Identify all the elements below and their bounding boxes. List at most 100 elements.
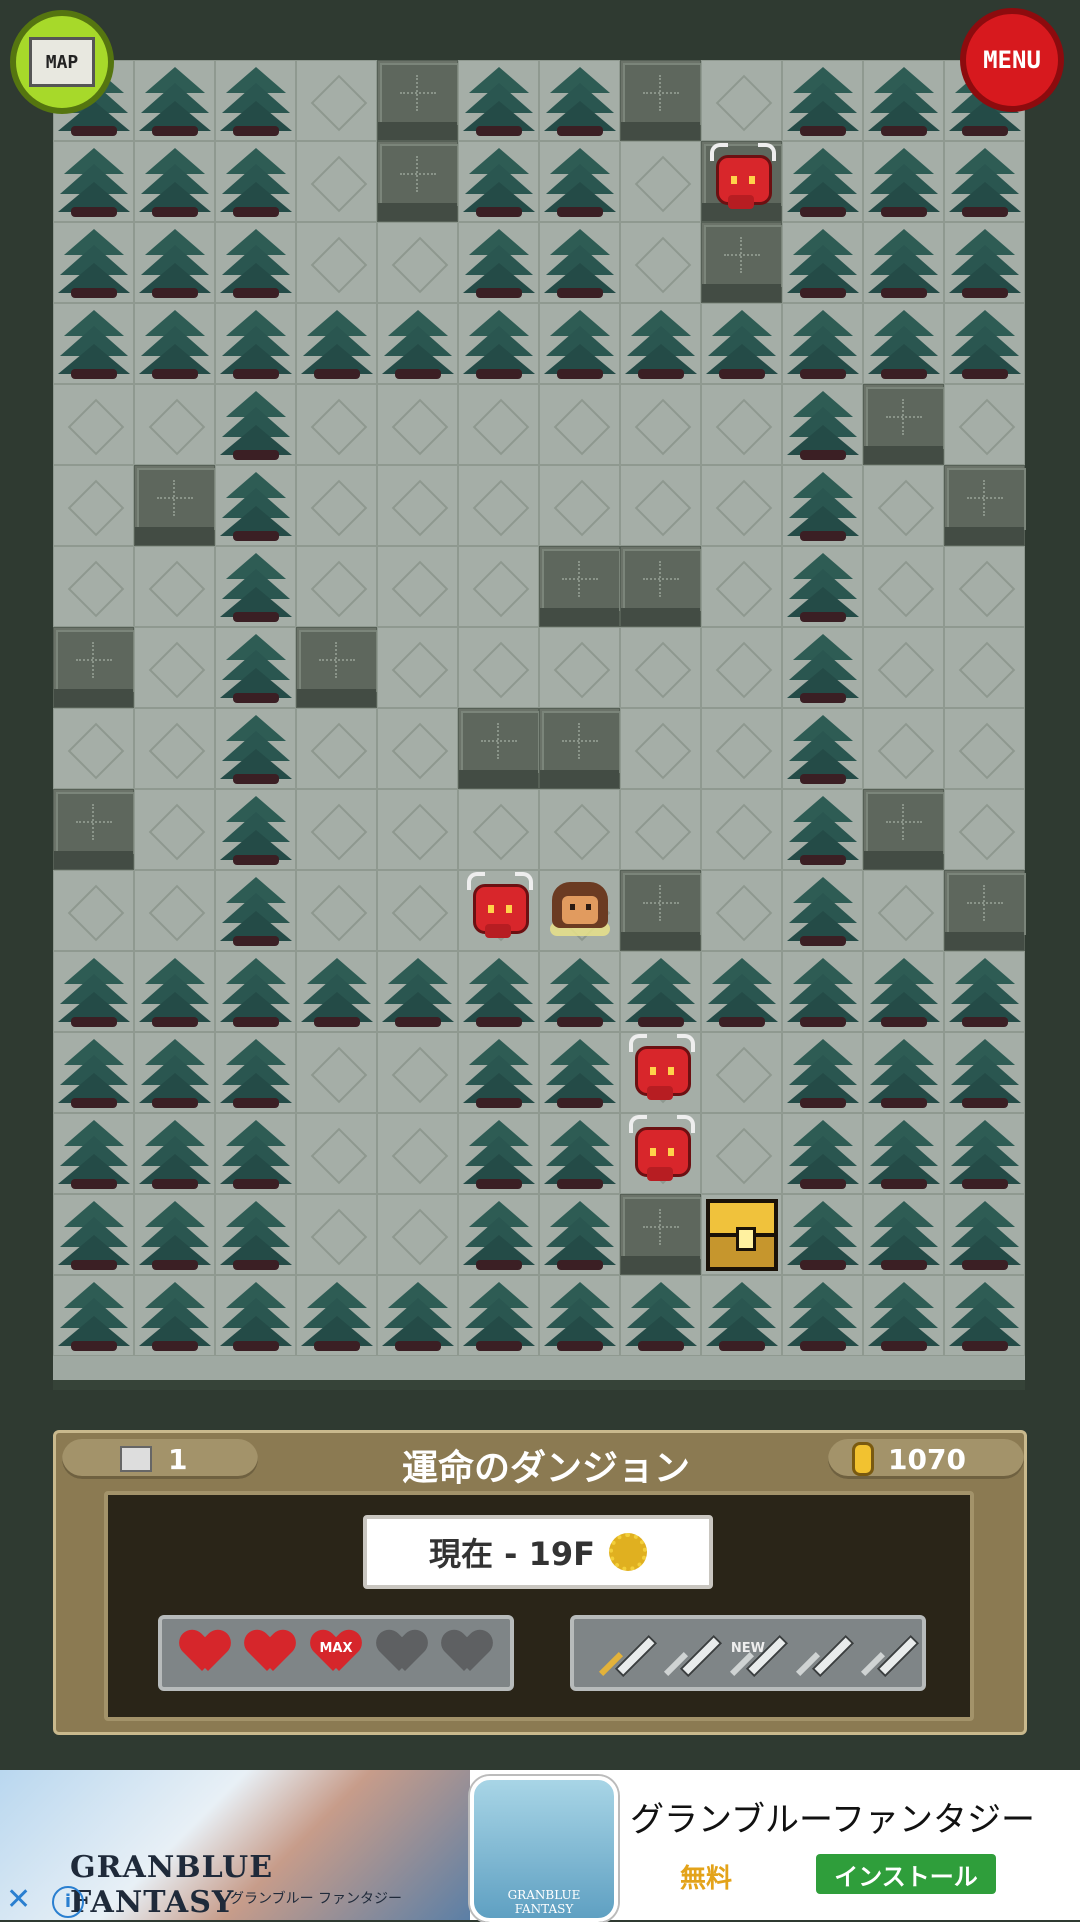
- tree-tile[interactable]: [215, 951, 296, 1032]
- floor-tile[interactable]: [377, 465, 458, 546]
- tree-tile[interactable]: [215, 627, 296, 708]
- tree-tile[interactable]: [458, 1032, 539, 1113]
- floor-tile[interactable]: [296, 384, 377, 465]
- tree-tile[interactable]: [458, 141, 539, 222]
- floor-tile[interactable]: [134, 789, 215, 870]
- floor-tile[interactable]: [701, 789, 782, 870]
- tree-tile[interactable]: [539, 222, 620, 303]
- floor-tile[interactable]: [701, 1032, 782, 1113]
- stone-block-tile[interactable]: [701, 222, 783, 303]
- floor-tile[interactable]: [134, 384, 215, 465]
- tree-tile[interactable]: [944, 1032, 1025, 1113]
- tree-tile[interactable]: [782, 60, 863, 141]
- tree-tile[interactable]: [458, 951, 539, 1032]
- floor-tile[interactable]: [539, 384, 620, 465]
- stone-block-tile[interactable]: [539, 546, 621, 627]
- tree-tile[interactable]: [782, 1113, 863, 1194]
- floor-tile[interactable]: [53, 384, 134, 465]
- floor-tile[interactable]: [863, 870, 944, 951]
- floor-tile[interactable]: [377, 708, 458, 789]
- tree-tile[interactable]: [458, 60, 539, 141]
- tree-tile[interactable]: [701, 303, 782, 384]
- tree-tile[interactable]: [215, 1113, 296, 1194]
- tree-tile[interactable]: [863, 1275, 944, 1356]
- floor-tile[interactable]: [944, 384, 1025, 465]
- floor-tile[interactable]: [701, 384, 782, 465]
- floor-tile[interactable]: [944, 546, 1025, 627]
- hero-player[interactable]: [544, 872, 614, 942]
- floor-tile[interactable]: [458, 546, 539, 627]
- floor-tile[interactable]: [701, 60, 782, 141]
- demon-enemy[interactable]: [625, 1115, 695, 1185]
- tree-tile[interactable]: [296, 1275, 377, 1356]
- tree-tile[interactable]: [539, 1275, 620, 1356]
- tree-tile[interactable]: [53, 303, 134, 384]
- tree-tile[interactable]: [782, 222, 863, 303]
- floor-tile[interactable]: [620, 465, 701, 546]
- tree-tile[interactable]: [863, 1194, 944, 1275]
- ad-app-icon[interactable]: GRANBLUE FANTASY: [470, 1776, 618, 1922]
- floor-tile[interactable]: [53, 870, 134, 951]
- floor-tile[interactable]: [701, 546, 782, 627]
- tree-tile[interactable]: [701, 951, 782, 1032]
- floor-tile[interactable]: [296, 1194, 377, 1275]
- tree-tile[interactable]: [134, 222, 215, 303]
- floor-tile[interactable]: [539, 789, 620, 870]
- stone-block-tile[interactable]: [53, 789, 135, 870]
- tree-tile[interactable]: [539, 1194, 620, 1275]
- tree-tile[interactable]: [944, 141, 1025, 222]
- tree-tile[interactable]: [296, 303, 377, 384]
- floor-tile[interactable]: [296, 465, 377, 546]
- tree-tile[interactable]: [701, 1275, 782, 1356]
- stone-block-tile[interactable]: [134, 465, 216, 546]
- floor-tile[interactable]: [863, 465, 944, 546]
- floor-tile[interactable]: [539, 627, 620, 708]
- dungeon-grid[interactable]: [53, 60, 1026, 1380]
- tree-tile[interactable]: [215, 708, 296, 789]
- tree-tile[interactable]: [782, 708, 863, 789]
- floor-tile[interactable]: [53, 546, 134, 627]
- tree-tile[interactable]: [53, 951, 134, 1032]
- tree-tile[interactable]: [377, 1275, 458, 1356]
- stone-block-tile[interactable]: [863, 789, 945, 870]
- tree-tile[interactable]: [215, 789, 296, 870]
- floor-tile[interactable]: [377, 1032, 458, 1113]
- demon-enemy[interactable]: [706, 143, 776, 213]
- tree-tile[interactable]: [863, 60, 944, 141]
- tree-tile[interactable]: [215, 870, 296, 951]
- tree-tile[interactable]: [782, 1275, 863, 1356]
- menu-button[interactable]: MENU: [960, 8, 1064, 112]
- tree-tile[interactable]: [215, 222, 296, 303]
- tree-tile[interactable]: [215, 465, 296, 546]
- treasure-chest-icon[interactable]: [706, 1199, 778, 1271]
- tree-tile[interactable]: [215, 60, 296, 141]
- tree-tile[interactable]: [458, 1194, 539, 1275]
- floor-tile[interactable]: [620, 141, 701, 222]
- floor-tile[interactable]: [701, 870, 782, 951]
- tree-tile[interactable]: [620, 951, 701, 1032]
- tree-tile[interactable]: [782, 546, 863, 627]
- tree-tile[interactable]: [944, 303, 1025, 384]
- floor-tile[interactable]: [134, 546, 215, 627]
- stone-block-tile[interactable]: [377, 141, 459, 222]
- stone-block-tile[interactable]: [620, 546, 702, 627]
- floor-tile[interactable]: [134, 870, 215, 951]
- tree-tile[interactable]: [53, 1275, 134, 1356]
- tree-tile[interactable]: [215, 141, 296, 222]
- floor-tile[interactable]: [458, 789, 539, 870]
- tree-tile[interactable]: [458, 222, 539, 303]
- tree-tile[interactable]: [458, 1113, 539, 1194]
- tree-tile[interactable]: [134, 1194, 215, 1275]
- tree-tile[interactable]: [215, 1194, 296, 1275]
- tree-tile[interactable]: [215, 1032, 296, 1113]
- floor-tile[interactable]: [377, 789, 458, 870]
- stone-block-tile[interactable]: [620, 60, 702, 141]
- tree-tile[interactable]: [215, 303, 296, 384]
- tree-tile[interactable]: [458, 303, 539, 384]
- floor-tile[interactable]: [458, 465, 539, 546]
- stone-block-tile[interactable]: [863, 384, 945, 465]
- game-board[interactable]: [53, 60, 1026, 1390]
- floor-tile[interactable]: [296, 708, 377, 789]
- tree-tile[interactable]: [863, 222, 944, 303]
- floor-tile[interactable]: [458, 627, 539, 708]
